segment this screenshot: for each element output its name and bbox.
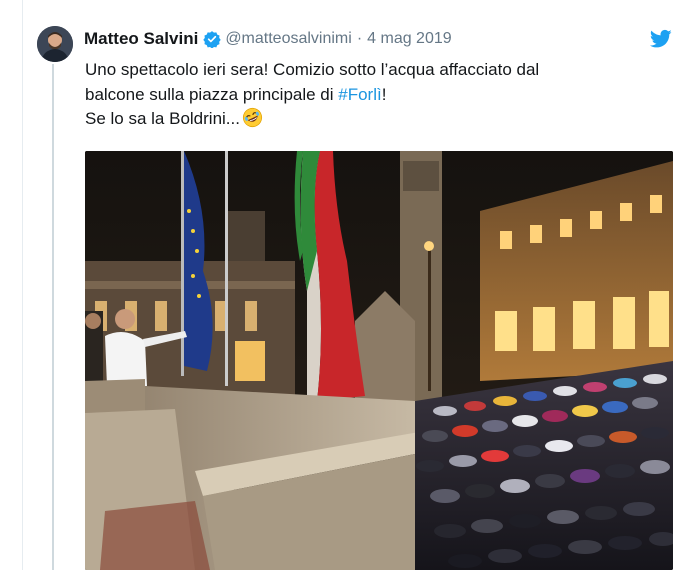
tweet-text: Uno spettacolo ieri sera! Comizio sotto … bbox=[85, 58, 645, 132]
author-handle[interactable]: @matteosalvinimi bbox=[225, 30, 352, 48]
tweet-date[interactable]: 4 mag 2019 bbox=[367, 30, 452, 48]
tweet-text-line-3-text: Se lo sa la Boldrini... bbox=[85, 109, 240, 128]
tweet-text-line-2-start: balcone sulla piazza principale di bbox=[85, 84, 339, 104]
author-display-name[interactable]: Matteo Salvini bbox=[84, 29, 198, 49]
twitter-bird-icon[interactable] bbox=[650, 29, 672, 49]
tweet-text-line-1: Uno spettacolo ieri sera! Comizio sotto … bbox=[85, 60, 540, 79]
header-separator: · bbox=[356, 30, 363, 47]
photo-night-rally-rain-umbrellas bbox=[85, 151, 673, 570]
verified-badge-icon bbox=[203, 30, 222, 48]
thread-line bbox=[52, 64, 54, 570]
rolling-on-floor-laughing-emoji-icon bbox=[242, 107, 263, 128]
user-avatar[interactable] bbox=[37, 26, 73, 62]
tweet-header: Matteo Salvini @matteosalvinimi · 4 mag … bbox=[84, 28, 452, 50]
tweet-text-line-3: Se lo sa la Boldrini... bbox=[85, 107, 645, 132]
tweet-text-line-2: balcone sulla piazza principale di #Forl… bbox=[85, 83, 645, 108]
hashtag-link[interactable]: #Forlì bbox=[338, 85, 381, 104]
tweet-photo[interactable] bbox=[85, 151, 673, 570]
tweet-text-line-2-end: ! bbox=[381, 84, 387, 104]
